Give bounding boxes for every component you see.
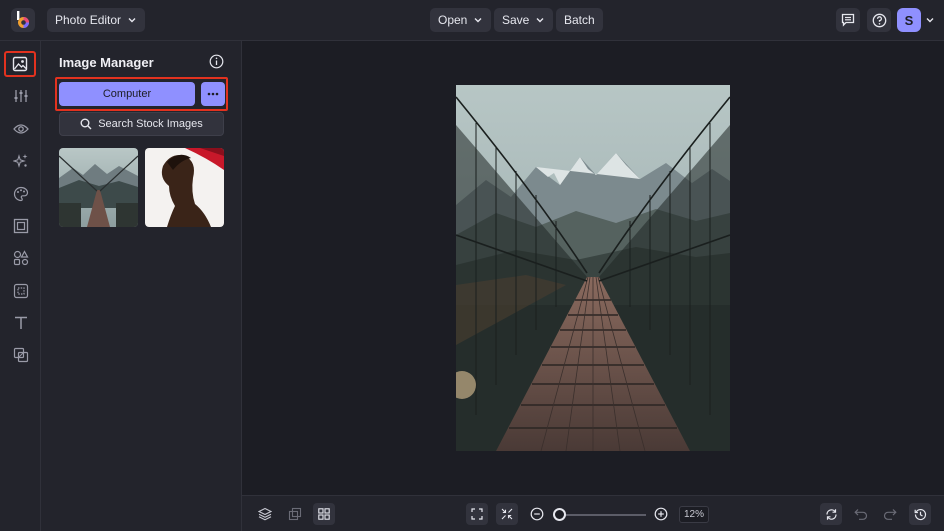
zoom-in-icon — [654, 507, 668, 521]
zoom-out-icon — [530, 507, 544, 521]
zoom-slider-track[interactable] — [556, 514, 646, 516]
image-icon — [12, 56, 28, 72]
zoom-out-button[interactable] — [526, 503, 548, 525]
rail-item-text[interactable] — [8, 310, 33, 335]
batch-button[interactable]: Batch — [556, 8, 603, 32]
more-dots-icon — [207, 92, 219, 96]
redo-button[interactable] — [879, 503, 901, 525]
rail-item-layers[interactable] — [8, 342, 33, 367]
search-stock-images-button[interactable]: Search Stock Images — [59, 112, 224, 136]
texture-icon — [13, 283, 28, 298]
rail-item-frames[interactable] — [8, 213, 33, 238]
main-photo[interactable] — [456, 85, 730, 451]
computer-upload-button[interactable]: Computer — [59, 82, 195, 106]
thumbnail-portrait[interactable] — [145, 148, 224, 227]
undo-button[interactable] — [850, 503, 872, 525]
chevron-down-icon[interactable] — [925, 15, 935, 25]
undo-icon — [854, 509, 868, 520]
sparkles-icon — [12, 153, 27, 168]
logo-icon — [17, 11, 29, 28]
fit-to-screen-button[interactable] — [466, 503, 488, 525]
rail-item-touch-up[interactable] — [8, 116, 33, 141]
portrait-thumbnail-image — [145, 148, 224, 227]
text-icon — [14, 316, 27, 329]
refresh-icon — [825, 508, 837, 520]
photo-editor-menu[interactable]: Photo Editor — [47, 8, 146, 32]
palette-icon — [13, 186, 28, 201]
top-bar: Photo Editor Open Save Batch S — [0, 0, 944, 41]
help-button[interactable] — [867, 8, 891, 32]
eye-icon — [12, 123, 29, 134]
reset-button[interactable] — [820, 503, 842, 525]
help-icon — [872, 13, 886, 27]
rail-item-edit[interactable] — [8, 83, 33, 108]
expand-icon — [471, 508, 483, 520]
grid-icon — [318, 508, 330, 520]
chevron-down-icon — [128, 18, 136, 23]
rail-item-effects[interactable] — [8, 148, 33, 173]
thumbnail-bridge[interactable] — [59, 148, 138, 227]
photo-editor-label: Photo Editor — [55, 13, 122, 27]
layers-button[interactable] — [254, 503, 276, 525]
image-manager-panel: Image Manager Computer Search Stock Imag… — [41, 41, 242, 531]
zoom-slider-handle[interactable] — [553, 508, 566, 521]
more-sources-button[interactable] — [201, 82, 225, 106]
save-menu[interactable]: Save — [494, 8, 554, 32]
info-icon[interactable] — [209, 54, 224, 69]
befunky-logo[interactable] — [11, 8, 35, 32]
feedback-button[interactable] — [836, 8, 860, 32]
frame-icon — [13, 218, 28, 233]
rail-item-image-manager[interactable] — [4, 51, 36, 77]
chevron-down-icon — [474, 18, 482, 23]
rail-item-graphics[interactable] — [8, 245, 33, 270]
actual-size-button[interactable] — [496, 503, 518, 525]
history-button[interactable] — [909, 503, 931, 525]
canvas-area — [242, 41, 944, 495]
save-label: Save — [502, 13, 530, 27]
chat-icon — [841, 13, 855, 27]
bridge-thumbnail-image — [59, 148, 138, 227]
zoom-level-input[interactable]: 12% — [679, 506, 709, 523]
layers-icon — [258, 507, 272, 521]
history-icon — [914, 508, 926, 520]
shapes-icon — [13, 249, 29, 265]
rail-item-overlays[interactable] — [8, 278, 33, 303]
overlay-icon — [13, 347, 28, 362]
open-menu[interactable]: Open — [430, 8, 492, 32]
tool-rail — [0, 41, 41, 531]
user-avatar[interactable]: S — [897, 8, 921, 32]
chevron-down-icon — [536, 18, 544, 23]
suspension-bridge-image — [456, 85, 730, 451]
grid-view-button[interactable] — [313, 503, 335, 525]
panel-title: Image Manager — [59, 55, 154, 70]
redo-icon — [883, 509, 897, 520]
bottom-toolbar: 12% — [242, 495, 944, 531]
batch-label: Batch — [564, 13, 595, 27]
shrink-icon — [501, 508, 513, 520]
search-icon — [80, 118, 92, 130]
compare-button[interactable] — [284, 503, 306, 525]
open-label: Open — [438, 13, 468, 27]
adjustments-icon — [14, 89, 27, 102]
search-stock-label: Search Stock Images — [98, 118, 203, 130]
rail-item-artsy[interactable] — [8, 181, 33, 206]
zoom-in-button[interactable] — [650, 503, 672, 525]
compare-icon — [288, 507, 302, 521]
